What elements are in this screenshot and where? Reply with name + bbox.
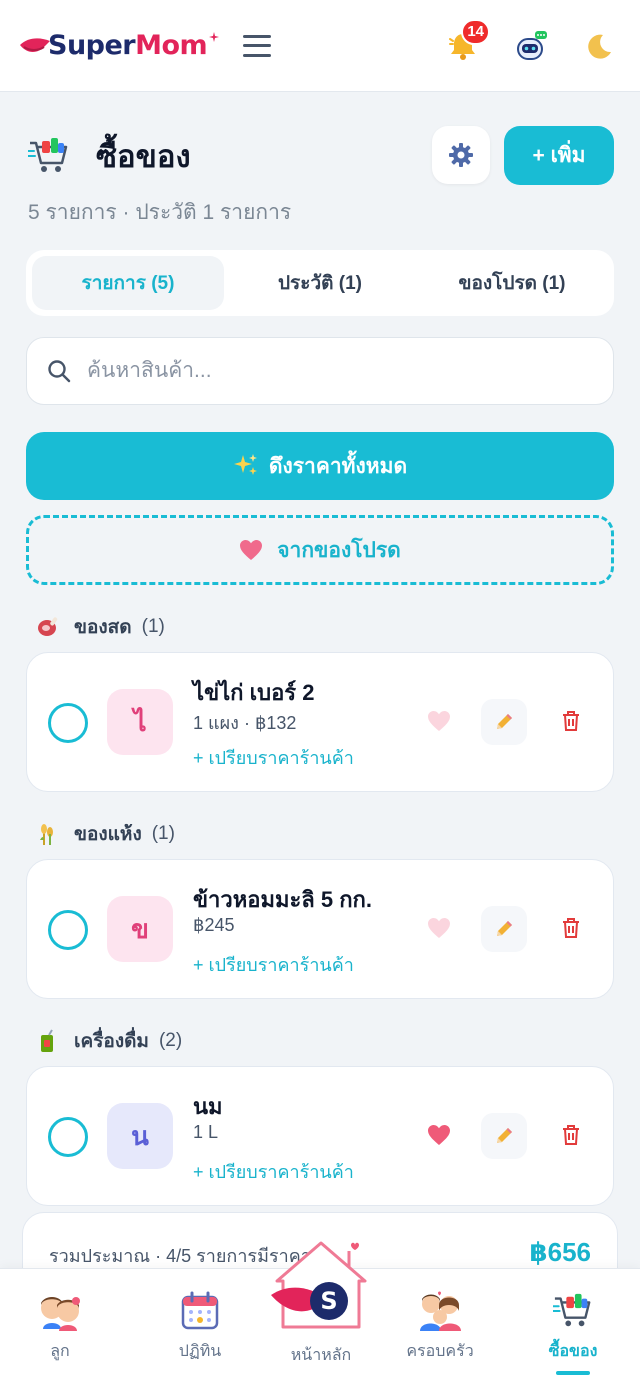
meat-icon xyxy=(38,617,58,636)
search-icon xyxy=(48,360,71,383)
app-logo[interactable]: SuperMom xyxy=(18,26,220,66)
fetch-all-prices-button[interactable]: ดึงราคาทั้งหมด xyxy=(26,432,614,500)
item-name: นม xyxy=(193,1094,223,1119)
item-name: ข้าวหอมมะลิ 5 กก. xyxy=(193,887,372,912)
add-item-button[interactable]: + เพิ่ม xyxy=(504,126,614,185)
nav-label: ครอบครัว xyxy=(406,1343,474,1360)
nav-shopping[interactable]: ซื้อของ xyxy=(523,1291,623,1364)
notification-button[interactable]: 14 xyxy=(446,18,490,63)
nav-label: ปฏิทิน xyxy=(178,1343,222,1360)
ai-assistant-button[interactable] xyxy=(514,29,548,63)
pencil-icon xyxy=(497,1128,512,1143)
svg-text:S: S xyxy=(320,1287,337,1315)
item-name: ไข่ไก่ เบอร์ 2 xyxy=(193,680,315,705)
item-meta: ฿245 xyxy=(193,915,235,935)
compare-prices-link[interactable]: + เปรียบราคาร้านค้า xyxy=(193,1157,354,1186)
item-meta: 1 แผง · ฿132 xyxy=(193,713,297,733)
dark-mode-toggle[interactable] xyxy=(582,29,616,63)
category-name: เครื่องดื่ม xyxy=(74,1031,149,1052)
compare-prices-link[interactable]: + เปรียบราคาร้านค้า xyxy=(193,950,354,979)
trash-icon xyxy=(563,918,579,938)
edit-button[interactable] xyxy=(481,699,527,745)
delete-button[interactable] xyxy=(555,705,587,737)
search-box xyxy=(26,337,614,405)
pencil-icon xyxy=(497,921,512,936)
kids-icon xyxy=(41,1297,80,1331)
favorite-button[interactable] xyxy=(423,705,455,737)
category-header-drinks: เครื่องดื่ม (2) xyxy=(36,1026,182,1056)
grain-icon xyxy=(40,824,53,845)
sparkle-icon xyxy=(209,31,220,42)
nav-calendar[interactable]: ปฏิทิน xyxy=(150,1291,250,1364)
item-checkbox[interactable] xyxy=(48,910,88,950)
add-from-favorites-label: จากของโปรด xyxy=(277,538,401,562)
tab-bar: รายการ (5) ประวัติ (1) ของโปรด (1) xyxy=(26,250,614,316)
item-meta: 1 L xyxy=(193,1122,219,1142)
compare-prices-link[interactable]: + เปรียบราคาร้านค้า xyxy=(193,743,354,772)
heart-icon xyxy=(240,540,263,560)
category-name: ของสด xyxy=(74,617,132,638)
category-count: (1) xyxy=(141,616,165,637)
pencil-icon xyxy=(497,714,512,729)
category-header-dry: ของแห้ง (1) xyxy=(36,819,175,849)
list-item: ข ข้าวหอมมะลิ 5 กก. ฿245 + เปรียบราคาร้า… xyxy=(26,859,614,999)
item-avatar: ข xyxy=(107,896,173,962)
delete-button[interactable] xyxy=(555,912,587,944)
nav-family[interactable]: ครอบครัว xyxy=(390,1291,490,1364)
page-subtitle: 5 รายการ · ประวัติ 1 รายการ xyxy=(28,201,292,224)
item-checkbox[interactable] xyxy=(48,703,88,743)
page-heading: ซื้อของ + เพิ่ม xyxy=(28,126,614,186)
favorite-button[interactable] xyxy=(423,1119,455,1151)
tab-favorites[interactable]: ของโปรด (1) xyxy=(416,256,608,310)
favorite-button[interactable] xyxy=(423,912,455,944)
nav-home[interactable]: S หน้าหลัก xyxy=(266,1237,376,1377)
cape-logo-icon xyxy=(20,37,50,52)
family-icon xyxy=(420,1291,461,1331)
heart-filled-icon xyxy=(428,1125,450,1145)
tab-history[interactable]: ประวัติ (1) xyxy=(224,256,416,310)
gear-icon xyxy=(449,143,473,167)
tab-list[interactable]: รายการ (5) xyxy=(32,256,224,310)
trash-icon xyxy=(563,1125,579,1145)
robot-icon xyxy=(517,30,547,60)
sparkles-icon xyxy=(233,454,257,475)
heart-outline-icon xyxy=(428,711,450,731)
item-avatar: น xyxy=(107,1103,173,1169)
moon-icon xyxy=(588,34,611,59)
category-count: (2) xyxy=(158,1030,183,1051)
calendar-icon xyxy=(181,1291,219,1330)
juice-box-icon xyxy=(41,1029,53,1052)
nav-label: ลูก xyxy=(50,1343,70,1360)
delete-button[interactable] xyxy=(555,1119,587,1151)
edit-button[interactable] xyxy=(481,906,527,952)
logo-text: SuperMom xyxy=(48,30,208,61)
top-bar: SuperMom 14 xyxy=(0,0,640,92)
category-name: ของแห้ง xyxy=(74,824,142,845)
shopping-cart-icon xyxy=(553,1293,591,1327)
summary-total: ฿656 xyxy=(529,1237,591,1267)
item-checkbox[interactable] xyxy=(48,1117,88,1157)
category-count: (1) xyxy=(151,823,175,844)
fetch-all-prices-label: ดึงราคาทั้งหมด xyxy=(268,454,408,478)
home-icon: S xyxy=(271,1241,367,1329)
settings-button[interactable] xyxy=(432,126,490,184)
list-item: น นม 1 L + เปรียบราคาร้านค้า xyxy=(26,1066,614,1206)
hamburger-menu-icon[interactable] xyxy=(243,34,272,57)
search-input[interactable] xyxy=(87,359,593,383)
nav-label: ซื้อของ xyxy=(548,1343,598,1360)
trash-icon xyxy=(563,711,579,731)
list-item: ไ ไข่ไก่ เบอร์ 2 1 แผง · ฿132 + เปรียบรา… xyxy=(26,652,614,792)
item-avatar: ไ xyxy=(107,689,173,755)
active-tab-indicator xyxy=(556,1371,590,1375)
add-from-favorites-button[interactable]: จากของโปรด xyxy=(26,515,614,585)
page-title: ซื้อของ xyxy=(96,139,191,174)
bottom-navigation: ลูก ปฏิทิน S หน้าหลัก ครอบครัว ซื้อของ xyxy=(0,1241,640,1385)
shopping-cart-icon xyxy=(28,138,68,172)
notification-badge: 14 xyxy=(461,18,490,45)
edit-button[interactable] xyxy=(481,1113,527,1159)
category-header-fresh: ของสด (1) xyxy=(36,612,165,642)
heart-outline-icon xyxy=(428,918,450,938)
nav-label: หน้าหลัก xyxy=(290,1347,352,1364)
nav-kids[interactable]: ลูก xyxy=(10,1291,110,1364)
